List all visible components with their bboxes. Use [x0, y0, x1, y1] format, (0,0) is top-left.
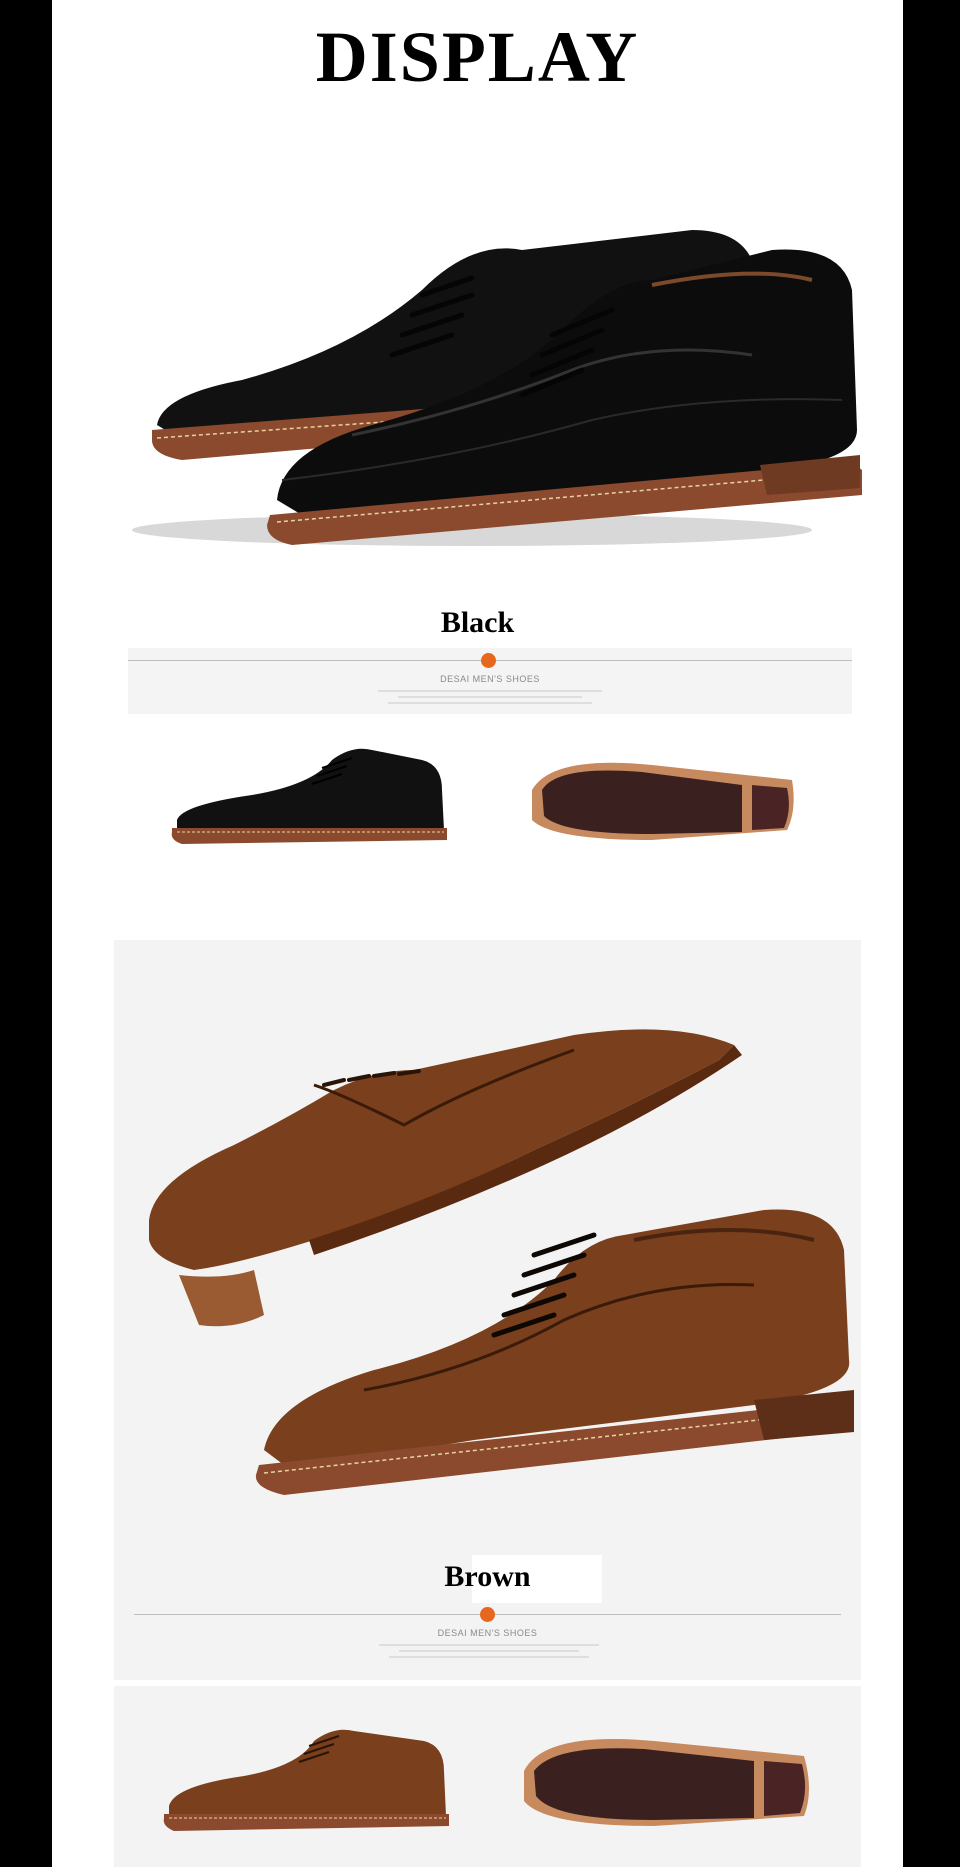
- brand-logo-icon: [481, 653, 496, 668]
- fine-print-line: [379, 1644, 599, 1646]
- fine-print-line: [398, 696, 582, 698]
- brand-name: DESAI MEN'S SHOES: [437, 1628, 538, 1638]
- fine-print-line: [378, 690, 602, 692]
- brand-name: DESAI MEN'S SHOES: [440, 674, 540, 684]
- brown-shoes-hero-image: [149, 1029, 854, 1495]
- black-brand-divider: DESAI MEN'S SHOES: [128, 648, 852, 714]
- variant-label-brown: Brown: [444, 1560, 531, 1593]
- variant-label-black: Black: [440, 606, 515, 639]
- page-title: DISPLAY: [315, 17, 640, 97]
- fine-print-line: [389, 1656, 589, 1658]
- brand-logo-icon: [480, 1607, 495, 1622]
- brown-detail-panel: [114, 1686, 861, 1867]
- product-display-page: DISPLAY Black DESAI MEN'S SHOES Brown DE…: [52, 0, 903, 1867]
- brown-shoe-side-and-sole-image: [163, 1729, 809, 1831]
- brown-shoes-panel: Brown DESAI MEN'S SHOES: [114, 940, 861, 1680]
- black-shoe-side-and-sole-image: [171, 748, 794, 844]
- black-shoes-hero-image: [132, 230, 862, 546]
- fine-print-line: [399, 1650, 579, 1652]
- fine-print-line: [388, 702, 592, 704]
